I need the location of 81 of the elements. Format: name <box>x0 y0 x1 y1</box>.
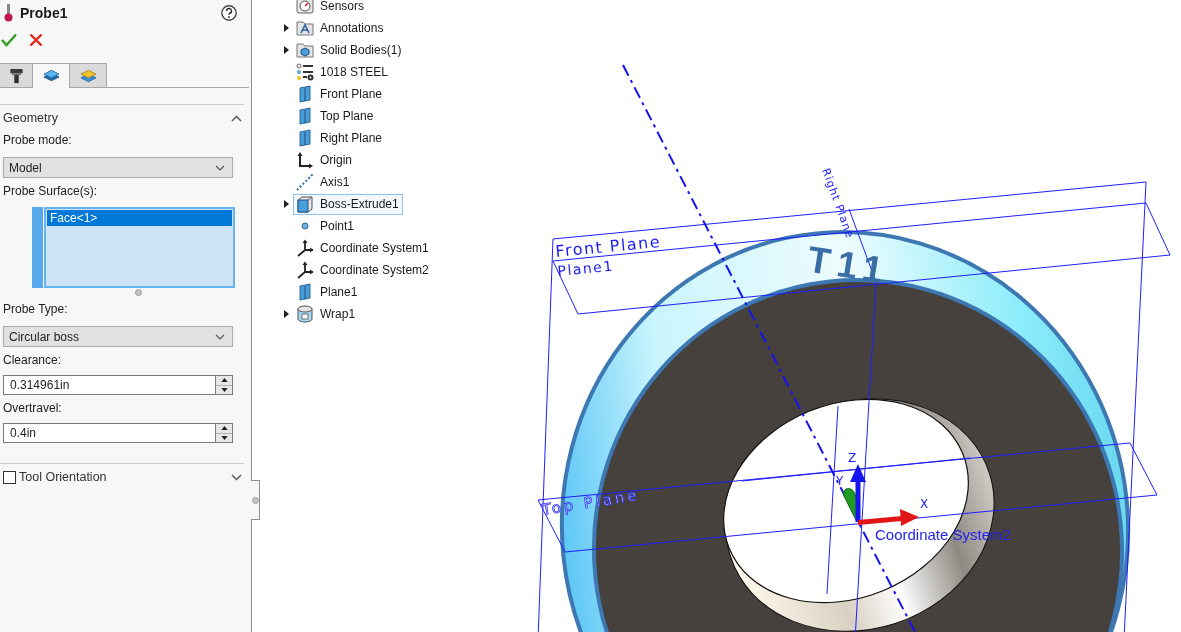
selection-list[interactable]: Face<1> <box>44 207 235 288</box>
section-title: Tool Orientation <box>19 470 108 484</box>
field-label: Clearance: <box>2 352 63 369</box>
section-title: Geometry <box>3 111 59 125</box>
checkbox[interactable] <box>3 470 16 484</box>
engraved-text: T11 <box>804 238 893 293</box>
spin-up-button[interactable] <box>216 424 232 434</box>
plane-label: Top Plane <box>540 485 641 519</box>
tree-item[interactable]: Point1 <box>293 215 359 237</box>
number-input[interactable]: 0.4in <box>3 423 216 443</box>
arrow-up-icon <box>220 426 228 431</box>
tree-item[interactable]: Annotations <box>293 17 388 39</box>
layers-icon <box>79 67 97 84</box>
tree-item[interactable]: Sensors <box>293 0 369 17</box>
axes-icon <box>296 261 314 279</box>
tree-item[interactable]: Front Plane <box>293 83 387 105</box>
arrow-down-icon <box>220 387 228 392</box>
field-label: Probe Surface(s): <box>2 183 99 200</box>
plane-icon <box>296 85 314 103</box>
cylinder-icon <box>296 305 314 323</box>
close-icon <box>28 33 44 47</box>
tree-item[interactable]: Top Plane <box>293 105 378 127</box>
tree-item[interactable]: Axis1 <box>293 171 354 193</box>
chevron-up-icon[interactable] <box>231 114 242 122</box>
confirm-button[interactable] <box>1 33 17 47</box>
chevron-down-icon <box>215 164 225 171</box>
tree-item[interactable]: Plane1 <box>293 281 362 303</box>
spin-up-button[interactable] <box>216 376 232 386</box>
folder-icon <box>296 41 314 59</box>
number-input[interactable]: 0.314961in <box>3 375 216 395</box>
axis-letter: X <box>920 497 929 511</box>
tree-item[interactable]: Wrap1 <box>293 303 360 325</box>
tree-item[interactable]: Coordinate System2 <box>293 259 433 281</box>
help-icon[interactable] <box>221 4 237 21</box>
chevron-down-icon[interactable] <box>231 473 242 481</box>
axes-icon <box>296 239 314 257</box>
spin-down-button[interactable] <box>216 385 232 394</box>
resize-grip-icon[interactable] <box>134 288 142 296</box>
tree-item[interactable]: Right Plane <box>293 127 387 149</box>
list-item[interactable]: Face<1> <box>47 210 232 226</box>
tool-icon <box>7 67 25 84</box>
check-icon <box>1 33 17 47</box>
spin-down-button[interactable] <box>216 433 232 442</box>
tree-item[interactable]: Origin <box>293 149 356 171</box>
x-axis-arrow <box>858 509 919 526</box>
probe-icon <box>4 3 13 22</box>
dotted-line-icon <box>296 173 314 191</box>
dropdown[interactable]: Model <box>3 157 233 178</box>
plane-icon <box>296 107 314 125</box>
cube-icon <box>296 195 314 213</box>
z-axis-arrow <box>850 464 866 522</box>
field-label: Probe Type: <box>2 301 69 318</box>
plane-icon <box>296 283 314 301</box>
expand-arrow-icon[interactable] <box>283 310 289 318</box>
chevron-down-icon <box>215 333 225 340</box>
expand-arrow-icon[interactable] <box>283 200 289 208</box>
dropdown[interactable]: Circular boss <box>3 326 233 347</box>
arrow-up-icon <box>220 378 228 383</box>
axis-letter: Z <box>848 451 857 465</box>
tree-item[interactable]: Boss-Extrude1 <box>293 193 403 215</box>
plane-icon <box>296 129 314 147</box>
field-label: Probe mode: <box>2 132 73 149</box>
cancel-button[interactable] <box>28 33 44 47</box>
folder-icon <box>296 19 314 37</box>
arrow-down-icon <box>220 435 228 440</box>
tab[interactable] <box>0 63 33 87</box>
expand-arrow-icon[interactable] <box>283 46 289 54</box>
panel-title: Probe1 <box>20 4 69 21</box>
tree-item[interactable]: 1018 STEEL <box>293 61 393 83</box>
list-gear-icon <box>296 63 314 81</box>
tree-item[interactable]: Coordinate System1 <box>293 237 433 259</box>
layers-icon <box>42 68 60 84</box>
grip-dot-icon <box>251 496 259 504</box>
expand-arrow-icon[interactable] <box>283 24 289 32</box>
axis-letter: Y <box>836 474 844 488</box>
plane-label: Right Plane <box>819 166 857 241</box>
origin-axes-icon <box>296 151 314 169</box>
field-label: Overtravel: <box>2 400 63 417</box>
y-axis-arrow <box>843 488 859 521</box>
tree-item[interactable]: Solid Bodies(1) <box>293 39 406 61</box>
tab[interactable] <box>32 63 70 88</box>
